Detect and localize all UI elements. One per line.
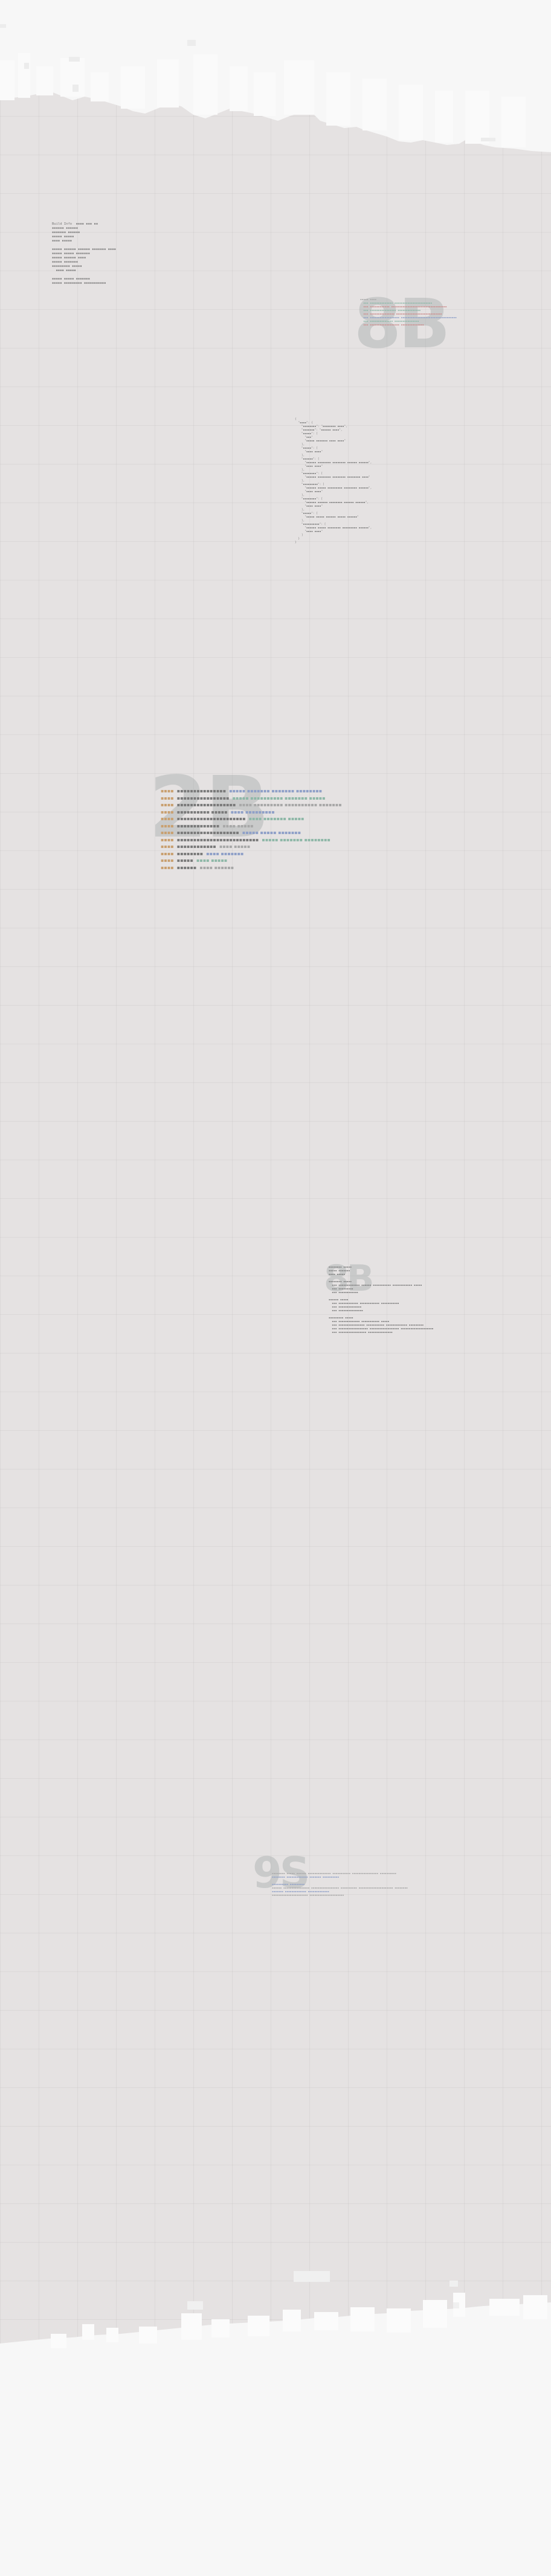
skyline-bottom bbox=[0, 2271, 551, 2576]
list-row-number: ▪▪▪▪ bbox=[161, 795, 177, 801]
section-9s-text: ▪▪▪▪▪▪▪▪ ▪▪▪▪▪ ▪▪▪▪▪▪ ▪▪▪▪▪▪▪▪▪▪▪▪▪▪ ▪▪▪… bbox=[272, 1872, 408, 1898]
text-line: ▪▪▪▪▪ ▪▪▪▪▪ ▪▪▪▪▪▪▪ bbox=[52, 277, 90, 281]
json-code-text: { "▪▪▪▪": { "▪▪▪▪▪▪▪▪": "▪▪▪▪▪▪▪▪ ▪▪▪▪",… bbox=[295, 418, 372, 545]
list-row-number: ▪▪▪▪ bbox=[161, 837, 177, 843]
list-row-number: ▪▪▪▪ bbox=[161, 809, 177, 815]
text-line: ▪▪▪ ▪▪▪▪▪▪▪▪▪▪▪▪▪▪▪▪▪ ▪▪▪▪▪▪▪▪▪▪▪▪▪▪▪ bbox=[329, 1331, 393, 1334]
list-row: ▪▪▪▪ ▪▪▪▪▪▪▪▪▪▪▪▪▪▪▪▪▪▪▪▪▪▪▪▪▪ ▪▪▪▪▪ ▪▪▪… bbox=[161, 837, 342, 844]
list-row: ▪▪▪▪ ▪▪▪▪▪▪▪▪▪▪▪▪▪▪▪▪ ▪▪▪▪▪ ▪▪▪▪▪▪▪▪▪▪ ▪… bbox=[161, 795, 342, 802]
section-8b-top: ▪▪▪▪▪ ▪▪▪▪ ▪▪▪ ▪▪▪▪▪▪▪▪▪▪▪▪▪▪ ▪▪▪▪▪▪▪▪▪▪… bbox=[360, 298, 457, 327]
text-line: ▪▪▪▪▪ ▪▪▪▪▪▪ ▪▪▪▪▪▪ ▪▪▪▪▪▪▪ ▪▪▪▪ bbox=[52, 248, 116, 251]
list-row-name: ▪▪▪▪▪▪▪▪▪▪▪▪▪▪▪▪▪▪▪ bbox=[176, 830, 242, 835]
list-row: ▪▪▪▪ ▪▪▪▪▪▪ ▪▪▪▪ ▪▪▪▪▪▪ bbox=[161, 864, 342, 872]
list-row-number: ▪▪▪▪ bbox=[161, 850, 177, 856]
list-row-name: ▪▪▪▪▪▪▪▪▪▪▪▪ bbox=[176, 844, 219, 849]
section-2b-list: ▪▪▪▪ ▪▪▪▪▪▪▪▪▪▪▪▪▪▪▪ ▪▪▪▪▪ ▪▪▪▪▪▪▪ ▪▪▪▪▪… bbox=[161, 788, 342, 871]
list-row-note: ▪▪▪▪ ▪▪▪▪▪▪▪▪▪ bbox=[230, 809, 275, 815]
header-info-text: Build Info ▪▪▪▪ ▪▪▪ ▪▪ ▪▪▪▪▪▪ ▪▪▪▪▪▪ ▪▪▪▪▪… bbox=[52, 222, 116, 286]
list-row: ▪▪▪▪ ▪▪▪▪▪▪▪▪▪▪▪▪▪ ▪▪▪▪ ▪▪▪▪▪ bbox=[161, 823, 342, 830]
text-line bbox=[52, 273, 116, 277]
list-row-name: ▪▪▪▪▪▪▪▪▪▪▪▪▪▪▪▪ bbox=[176, 795, 233, 801]
list-row: ▪▪▪▪ ▪▪▪▪▪▪▪▪▪▪▪▪▪▪▪▪▪▪▪▪▪ ▪▪▪▪ ▪▪▪▪▪▪▪ … bbox=[161, 815, 342, 823]
list-row-name: ▪▪▪▪▪▪ bbox=[176, 864, 200, 870]
list-row-number: ▪▪▪▪ bbox=[161, 858, 177, 863]
text-line: } bbox=[295, 541, 297, 544]
list-row: ▪▪▪▪ ▪▪▪▪▪ ▪▪▪▪ ▪▪▪▪▪ bbox=[161, 857, 342, 864]
list-row-number: ▪▪▪▪ bbox=[161, 823, 177, 829]
list-row-name: ▪▪▪▪▪▪▪▪▪▪▪▪▪▪▪▪▪▪▪▪▪▪▪▪▪ bbox=[176, 837, 262, 843]
text-line: ▪▪▪▪▪▪▪▪▪ ▪▪▪▪▪ bbox=[52, 265, 82, 268]
list-row: ▪▪▪▪ ▪▪▪▪▪▪▪▪▪▪▪▪▪▪▪▪▪▪▪ ▪▪▪▪▪ ▪▪▪▪▪ ▪▪▪… bbox=[161, 829, 342, 837]
list-row: ▪▪▪▪ ▪▪▪▪▪▪▪▪▪▪ ▪▪▪▪▪ ▪▪▪▪ ▪▪▪▪▪▪▪▪▪ bbox=[161, 809, 342, 816]
text-line: ▪▪▪▪ ▪▪▪▪▪ bbox=[52, 269, 76, 272]
list-row-note: ▪▪▪▪ ▪▪▪▪▪▪▪▪▪ ▪▪▪▪▪▪▪▪▪▪ ▪▪▪▪▪▪▪ bbox=[239, 802, 342, 808]
list-row-number: ▪▪▪▪ bbox=[161, 844, 177, 849]
list-row-note: ▪▪▪▪▪ ▪▪▪▪▪▪▪▪▪▪ ▪▪▪▪▪▪▪ ▪▪▪▪▪ bbox=[232, 795, 326, 801]
list-row-note: ▪▪▪▪▪ ▪▪▪▪▪▪▪ ▪▪▪▪▪▪▪ ▪▪▪▪▪▪▪▪ bbox=[229, 788, 323, 794]
list-row-note: ▪▪▪▪ ▪▪▪▪▪ bbox=[219, 844, 251, 849]
text-line: ▪▪▪▪ ▪▪▪▪▪ bbox=[52, 239, 72, 243]
text-line: Build Info ▪▪▪▪ ▪▪▪ ▪▪ bbox=[52, 222, 98, 226]
list-row-number: ▪▪▪▪ bbox=[161, 788, 177, 794]
list-row-number: ▪▪▪▪ bbox=[161, 864, 177, 870]
list-row-note: ▪▪▪▪ ▪▪▪▪▪ bbox=[196, 858, 228, 863]
text-line: ▪▪▪▪▪ ▪▪▪▪▪▪▪▪▪ ▪▪▪▪▪▪▪▪▪▪▪ bbox=[52, 281, 106, 285]
list-row-number: ▪▪▪▪ bbox=[161, 802, 177, 808]
section-8b-mid: ▪▪▪▪▪▪▪▪ ▪▪▪▪▪ ▪▪▪▪▪ ▪▪▪▪▪▪▪ ▪▪▪▪ ▪▪▪▪▪ ▪▪… bbox=[329, 1266, 433, 1335]
list-row-name: ▪▪▪▪▪▪▪▪▪▪ ▪▪▪▪▪ bbox=[176, 809, 231, 815]
list-row-number: ▪▪▪▪ bbox=[161, 816, 177, 821]
list-row-note: ▪▪▪▪▪ ▪▪▪▪▪▪▪ ▪▪▪▪▪▪▪▪ bbox=[262, 837, 330, 843]
header-info-block: Build Info ▪▪▪▪ ▪▪▪ ▪▪ ▪▪▪▪▪▪ ▪▪▪▪▪▪ ▪▪▪▪▪… bbox=[52, 222, 116, 286]
text-line: ▪▪▪▪▪▪▪▪▪▪▪▪▪▪▪▪▪▪▪▪▪▪ ▪▪▪▪▪▪▪▪▪▪▪▪▪▪▪▪▪… bbox=[272, 1894, 344, 1897]
text-line: ▪▪▪▪▪ ▪▪▪▪▪ bbox=[52, 235, 74, 239]
list-row: ▪▪▪▪ ▪▪▪▪▪▪▪▪▪▪▪▪▪▪▪▪▪▪ ▪▪▪▪ ▪▪▪▪▪▪▪▪▪ ▪… bbox=[161, 801, 342, 809]
text-line: ▪▪▪▪▪ ▪▪▪▪▪ ▪▪▪▪▪▪▪ bbox=[52, 252, 90, 255]
text-line: "▪▪▪▪▪▪ ▪▪▪▪▪▪▪▪ ▪▪▪▪▪▪▪▪ ▪▪▪▪▪▪▪▪ ▪▪▪▪" bbox=[295, 476, 370, 479]
list-row-name: ▪▪▪▪▪ bbox=[176, 858, 196, 863]
text-line bbox=[52, 243, 116, 248]
list-row-number: ▪▪▪▪ bbox=[161, 830, 177, 835]
list-row: ▪▪▪▪ ▪▪▪▪▪▪▪▪ ▪▪▪▪ ▪▪▪▪▪▪▪ bbox=[161, 850, 342, 858]
list-row-note: ▪▪▪▪ ▪▪▪▪▪▪ bbox=[199, 864, 234, 870]
section-8b-top-text: ▪▪▪▪▪ ▪▪▪▪ ▪▪▪ ▪▪▪▪▪▪▪▪▪▪▪▪▪▪ ▪▪▪▪▪▪▪▪▪▪… bbox=[360, 298, 457, 327]
list-row-note: ▪▪▪▪▪ ▪▪▪▪▪ ▪▪▪▪▪▪▪ bbox=[242, 830, 301, 835]
list-row-name: ▪▪▪▪▪▪▪▪▪▪▪▪▪▪▪▪▪▪▪▪▪ bbox=[176, 816, 249, 821]
text-line: ▪▪▪▪▪▪▪ ▪▪▪▪▪▪ bbox=[52, 231, 80, 234]
text-line: ▪▪▪▪▪ ▪▪▪▪▪▪ ▪▪▪▪ bbox=[52, 256, 86, 260]
json-code-block: { "▪▪▪▪": { "▪▪▪▪▪▪▪▪": "▪▪▪▪▪▪▪▪ ▪▪▪▪",… bbox=[295, 418, 372, 545]
list-row-name: ▪▪▪▪▪▪▪▪ bbox=[176, 850, 207, 856]
list-row-name: ▪▪▪▪▪▪▪▪▪▪▪▪▪ bbox=[176, 823, 223, 829]
text-line: ▪▪▪▪▪ ▪▪▪▪▪▪▪ bbox=[52, 260, 79, 264]
background-grid bbox=[0, 0, 551, 2576]
text-line: ▪▪▪ ▪▪▪▪▪▪▪▪▪▪▪▪▪▪▪▪▪▪ ▪▪▪▪▪▪▪▪▪▪▪▪▪▪ bbox=[360, 324, 424, 327]
list-row: ▪▪▪▪ ▪▪▪▪▪▪▪▪▪▪▪▪ ▪▪▪▪ ▪▪▪▪▪ bbox=[161, 843, 342, 850]
skyline-top bbox=[0, 0, 551, 152]
list-row-note: ▪▪▪▪ ▪▪▪▪▪▪▪ bbox=[206, 850, 244, 856]
section-9s: ▪▪▪▪▪▪▪▪ ▪▪▪▪▪ ▪▪▪▪▪▪ ▪▪▪▪▪▪▪▪▪▪▪▪▪▪ ▪▪▪… bbox=[272, 1872, 408, 1898]
list-row-name: ▪▪▪▪▪▪▪▪▪▪▪▪▪▪▪▪▪▪ bbox=[176, 802, 239, 808]
list-row-note: ▪▪▪▪ ▪▪▪▪▪▪▪ ▪▪▪▪▪ bbox=[248, 816, 304, 821]
section-8b-mid-text: ▪▪▪▪▪▪▪▪ ▪▪▪▪▪ ▪▪▪▪▪ ▪▪▪▪▪▪▪ ▪▪▪▪ ▪▪▪▪▪ ▪▪… bbox=[329, 1266, 433, 1335]
text-line: ▪▪▪▪▪▪ ▪▪▪▪▪▪ bbox=[52, 226, 79, 230]
list-row-name: ▪▪▪▪▪▪▪▪▪▪▪▪▪▪▪ bbox=[176, 788, 230, 794]
list-row-note: ▪▪▪▪ ▪▪▪▪▪ bbox=[222, 823, 254, 829]
list-row: ▪▪▪▪ ▪▪▪▪▪▪▪▪▪▪▪▪▪▪▪ ▪▪▪▪▪ ▪▪▪▪▪▪▪ ▪▪▪▪▪… bbox=[161, 788, 342, 795]
